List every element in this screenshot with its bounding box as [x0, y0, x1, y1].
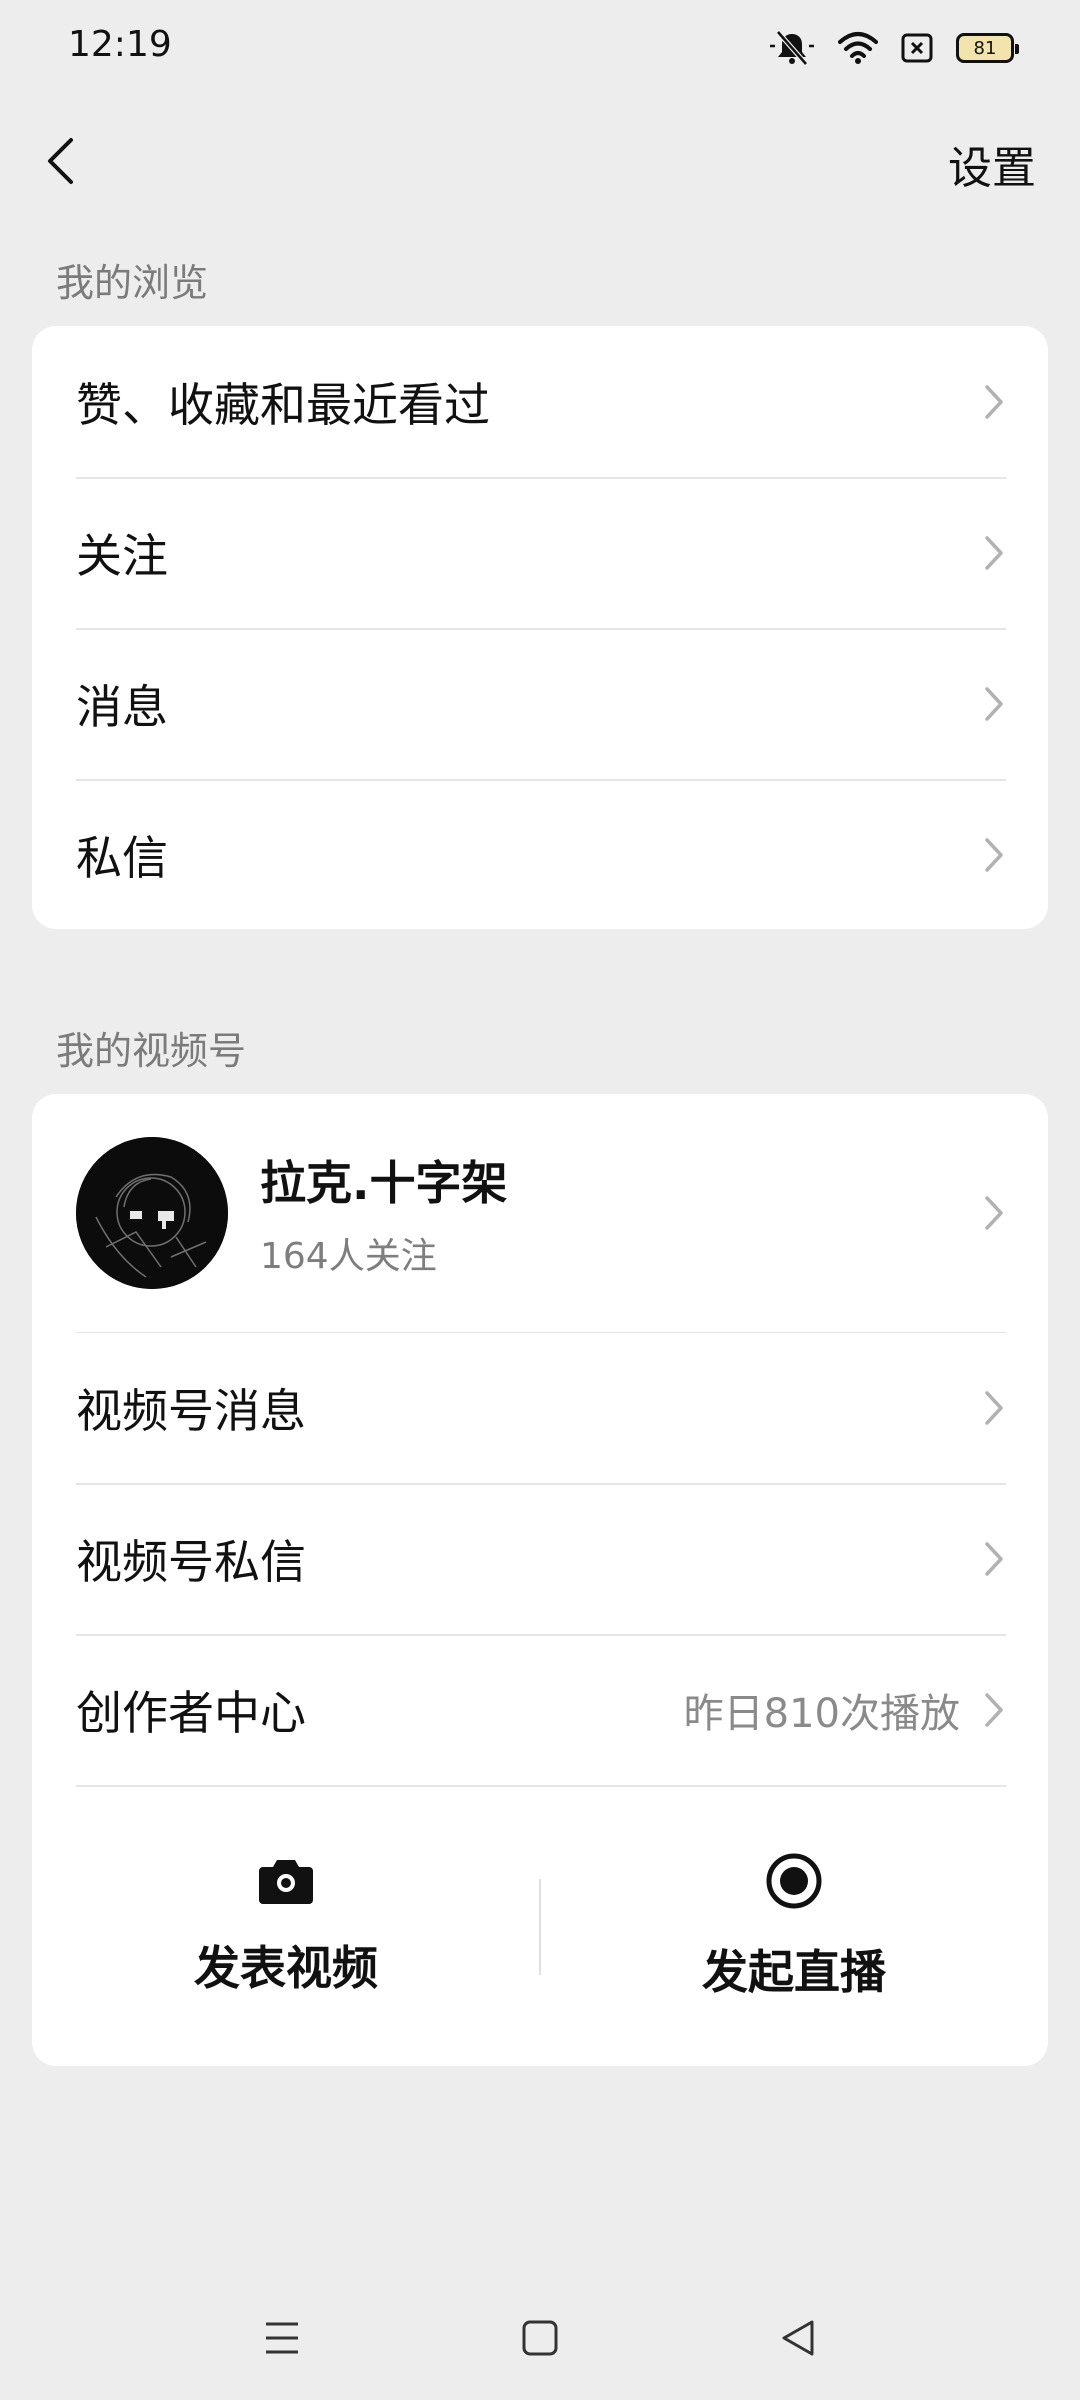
settings-button[interactable]: 设置 — [948, 132, 1036, 196]
channel-actions: 发表视频 发起直播 — [32, 1785, 1048, 2066]
list-item-likes-favorites-history[interactable]: 赞、收藏和最近看过 — [32, 326, 1048, 477]
action-divider — [539, 1879, 541, 1975]
list-item-creator-center[interactable]: 创作者中心 昨日810次播放 — [32, 1634, 1048, 1785]
chevron-left-icon — [45, 136, 75, 190]
chevron-right-icon — [982, 684, 1006, 724]
chevron-right-icon — [982, 1690, 1006, 1730]
menu-icon — [262, 2318, 302, 2362]
section-title-channels: 我的视频号 — [56, 1029, 247, 1073]
back-button[interactable] — [30, 128, 90, 198]
status-time: 12:19 — [68, 24, 172, 65]
profile-text: 拉克.十字架 164人关注 — [260, 1147, 982, 1279]
channel-name: 拉克.十字架 — [260, 1156, 508, 1210]
row-label: 赞、收藏和最近看过 — [76, 377, 490, 432]
chevron-right-icon — [982, 1388, 1006, 1428]
status-icons: 81 — [768, 28, 1019, 68]
list-item-following[interactable]: 关注 — [32, 477, 1048, 628]
chevron-right-icon — [982, 533, 1006, 573]
home-button[interactable] — [510, 2310, 570, 2370]
chevron-right-icon — [982, 382, 1006, 422]
row-label: 视频号私信 — [76, 1534, 306, 1589]
battery-icon: 81 — [956, 33, 1019, 63]
system-back-button[interactable] — [768, 2310, 828, 2370]
battery-level: 81 — [973, 37, 997, 59]
live-record-icon — [765, 1852, 823, 1914]
chevron-right-icon — [982, 835, 1006, 875]
channel-profile-row[interactable]: 拉克.十字架 164人关注 — [32, 1094, 1048, 1332]
list-item-messages[interactable]: 消息 — [32, 628, 1048, 779]
list-item-channel-messages[interactable]: 视频号消息 — [76, 1332, 1006, 1483]
follower-count: 164人关注 — [260, 1236, 437, 1277]
browse-card: 赞、收藏和最近看过 关注 消息 私信 — [32, 326, 1048, 929]
row-label: 视频号消息 — [76, 1384, 306, 1438]
back-triangle-icon — [778, 2318, 818, 2362]
action-label: 发起直播 — [702, 1944, 886, 1999]
system-nav-bar — [0, 2290, 1080, 2380]
start-live-button[interactable]: 发起直播 — [540, 1785, 1048, 2066]
home-square-icon — [520, 2318, 560, 2362]
creator-stats: 昨日810次播放 — [683, 1690, 960, 1737]
wifi-icon — [838, 30, 878, 66]
mute-bell-icon — [768, 28, 816, 68]
channels-card: 拉克.十字架 164人关注 视频号消息 视频号私信 创作者中心 昨日810次播放 — [32, 1094, 1048, 2066]
camera-icon — [257, 1856, 315, 1910]
section-title-browse: 我的浏览 — [56, 261, 209, 305]
sim-x-icon — [900, 31, 934, 65]
row-label: 创作者中心 — [76, 1685, 306, 1740]
row-label: 消息 — [76, 679, 168, 734]
status-bar: 12:19 81 — [0, 0, 1080, 96]
row-label: 私信 — [76, 830, 168, 885]
post-video-button[interactable]: 发表视频 — [32, 1785, 540, 2066]
row-label: 关注 — [76, 528, 168, 583]
top-nav: 设置 — [0, 110, 1080, 210]
list-item-private-messages[interactable]: 私信 — [32, 779, 1048, 929]
list-item-channel-private-messages[interactable]: 视频号私信 — [32, 1483, 1048, 1634]
chevron-right-icon — [982, 1539, 1006, 1579]
menu-button[interactable] — [252, 2310, 312, 2370]
action-label: 发表视频 — [194, 1940, 378, 1995]
avatar — [76, 1137, 228, 1289]
chevron-right-icon — [982, 1193, 1006, 1233]
